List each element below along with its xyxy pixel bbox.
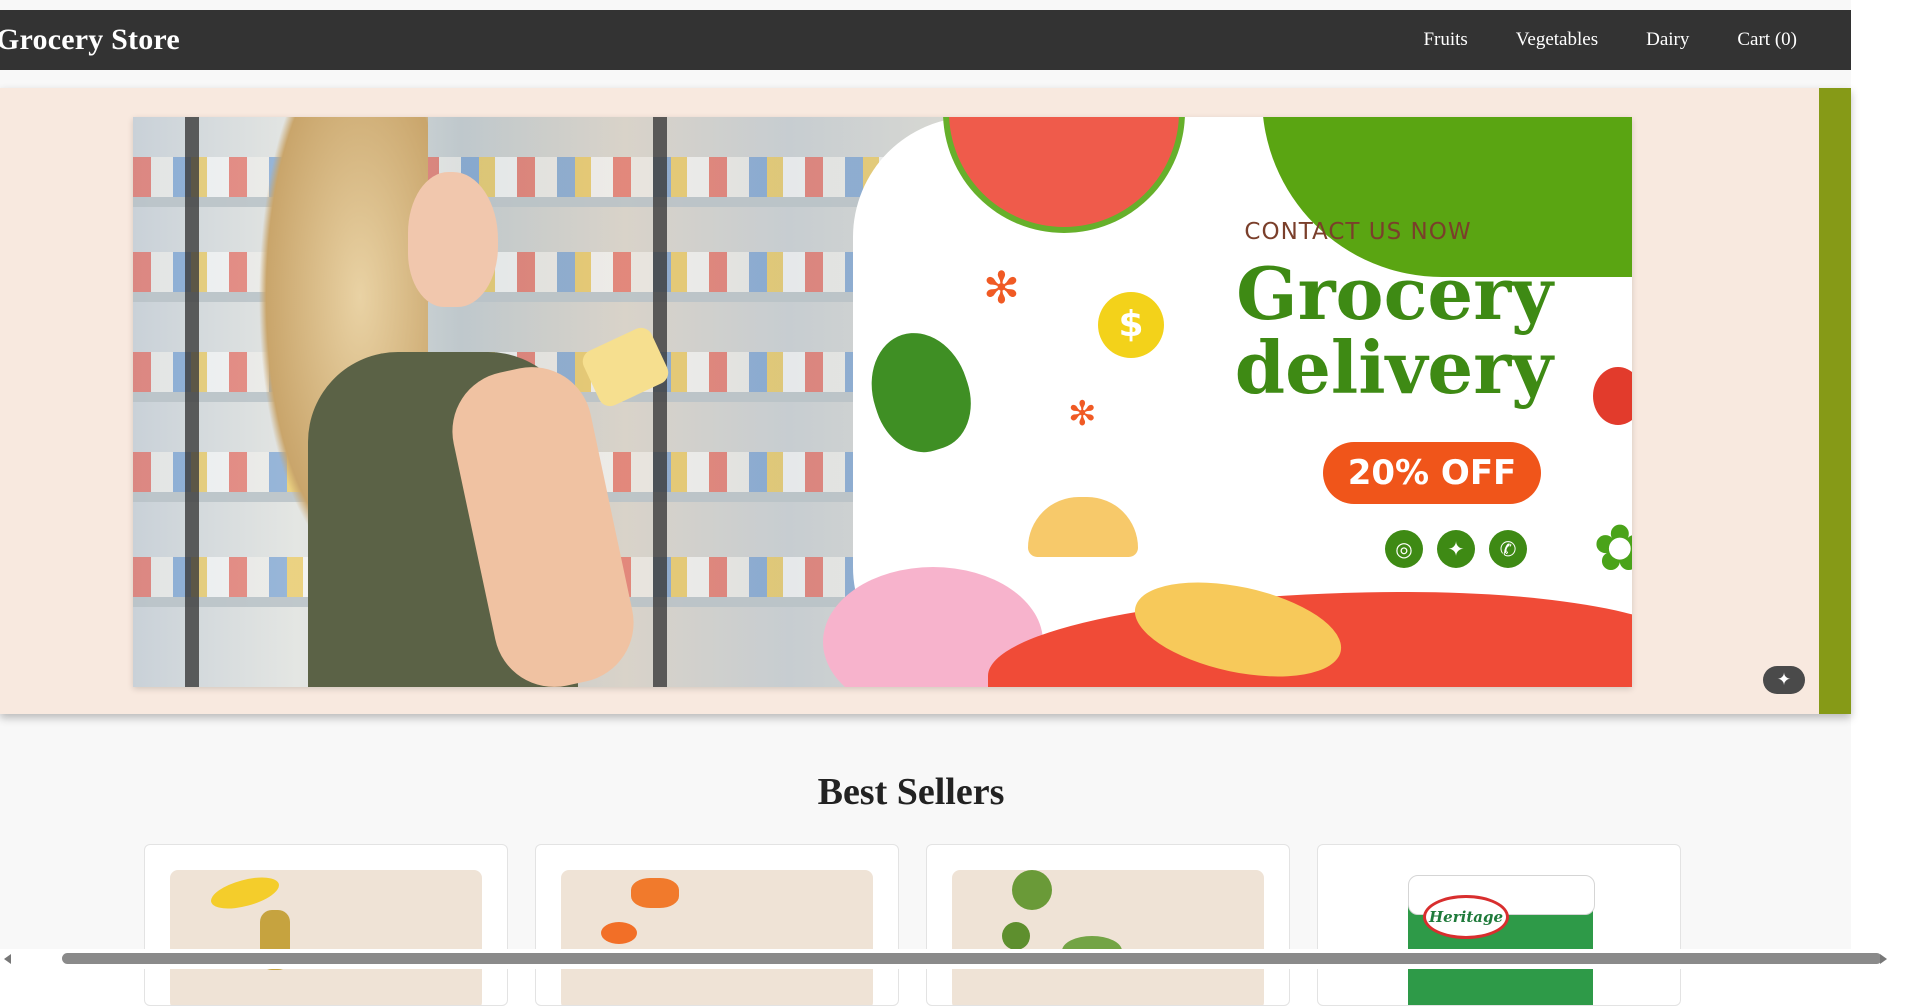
product-card-banana[interactable]	[144, 844, 508, 1006]
woman-face	[408, 172, 498, 307]
broccoli-floret	[1012, 870, 1052, 910]
product-image-carrot	[561, 870, 873, 1005]
store-photo	[133, 117, 953, 687]
flower-icon: ✻	[983, 263, 1020, 314]
horizontal-scrollbar[interactable]	[0, 949, 1905, 969]
page: Grocery Store Fruits Vegetables Dairy Ca…	[0, 0, 1851, 1006]
scroll-right-icon[interactable]	[1880, 954, 1887, 964]
hero-banner-section: $ ✻ ✻ ✿ CONTACT US NOW Grocery delivery …	[0, 88, 1851, 714]
dollar-coin-icon: $	[1098, 292, 1164, 358]
best-sellers-title: Best Sellers	[817, 771, 1005, 813]
whatsapp-icon: ✆	[1489, 530, 1527, 568]
clover-icon: ✿	[1593, 512, 1632, 586]
fridge-door-bar	[185, 117, 199, 687]
magic-wand-button[interactable]: ✦	[1763, 666, 1805, 694]
shelf-products	[133, 157, 953, 197]
site-header: Grocery Store Fruits Vegetables Dairy Ca…	[0, 10, 1851, 70]
nav-cart[interactable]: Cart (0)	[1713, 29, 1821, 51]
product-card-milk[interactable]: Heritage	[1317, 844, 1681, 1006]
fridge-door-bar	[653, 117, 667, 687]
brand-title[interactable]: Grocery Store	[0, 23, 180, 57]
milk-brand-logo: Heritage	[1423, 895, 1509, 939]
contact-us-text: CONTACT US NOW	[1244, 219, 1472, 245]
nav-fruits[interactable]: Fruits	[1399, 29, 1491, 51]
product-card-carrot[interactable]	[535, 844, 899, 1006]
shelf	[133, 292, 953, 302]
social-icons: ◎ ✦ ✆	[1385, 530, 1527, 568]
shelf	[133, 197, 953, 207]
banana-shape	[207, 871, 283, 915]
scrollbar-thumb[interactable]	[62, 953, 1882, 964]
hero-banner-image: $ ✻ ✻ ✿ CONTACT US NOW Grocery delivery …	[133, 117, 1632, 687]
product-image-banana	[170, 870, 482, 1005]
shelf-products	[133, 252, 953, 292]
broccoli-floret	[1002, 922, 1030, 950]
carrot-slice	[601, 922, 637, 944]
flower-icon: ✻	[1068, 394, 1097, 434]
banner-accent-bar	[1819, 88, 1851, 714]
headline-line-2: delivery	[1234, 325, 1553, 410]
banner-headline: Grocery delivery	[1173, 257, 1553, 405]
product-image-broccoli	[952, 870, 1264, 1005]
discount-badge: 20% OFF	[1323, 442, 1541, 504]
instagram-icon: ◎	[1385, 530, 1423, 568]
scroll-left-icon[interactable]	[4, 954, 11, 964]
product-cards: Heritage	[144, 844, 1681, 1006]
headline-line-1: Grocery	[1236, 251, 1553, 336]
carrot-shape	[631, 878, 679, 908]
nav-dairy[interactable]: Dairy	[1622, 29, 1713, 51]
main-nav: Fruits Vegetables Dairy Cart (0)	[1399, 29, 1821, 51]
twitter-icon: ✦	[1437, 530, 1475, 568]
nav-vegetables[interactable]: Vegetables	[1492, 29, 1622, 51]
product-card-broccoli[interactable]	[926, 844, 1290, 1006]
